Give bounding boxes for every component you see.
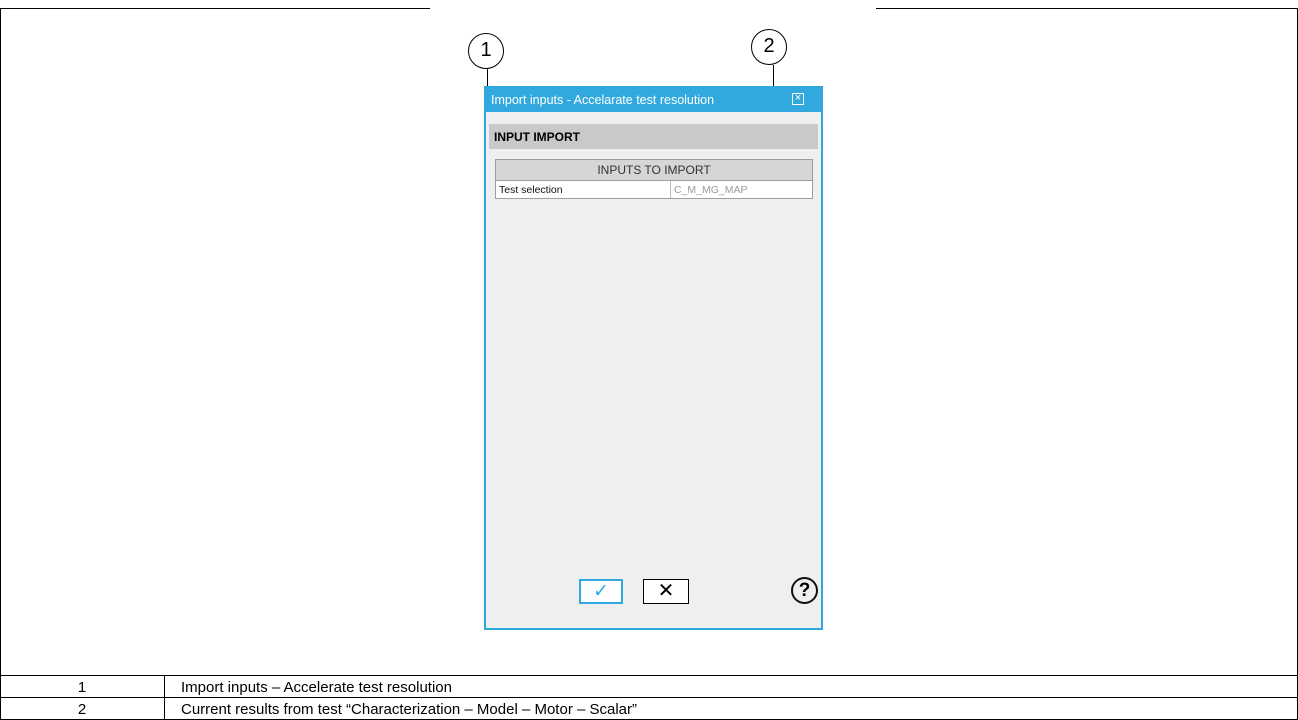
cell-divider	[670, 181, 671, 198]
legend-separator	[164, 697, 165, 719]
close-icon[interactable]: ×	[792, 93, 804, 105]
dialog-title: Import inputs - Accelarate test resoluti…	[491, 93, 715, 107]
import-inputs-dialog: Import inputs - Accelarate test resoluti…	[484, 86, 823, 630]
test-selection-value[interactable]: C_M_MG_MAP	[674, 184, 748, 196]
table-header: INPUTS TO IMPORT	[496, 160, 812, 181]
figure-top-border-right	[876, 8, 1298, 9]
legend-description: Import inputs – Accelerate test resoluti…	[181, 679, 452, 696]
cancel-button[interactable]: ✕	[643, 579, 689, 604]
callout-2: 2	[751, 29, 787, 65]
input-import-section-header: INPUT IMPORT	[489, 124, 818, 149]
callout-1: 1	[468, 33, 504, 69]
legend-row-2: 2 Current results from test “Characteriz…	[0, 697, 1298, 720]
legend-description: Current results from test “Characterizat…	[181, 701, 637, 718]
legend-number: 1	[77, 679, 87, 696]
inputs-to-import-table: INPUTS TO IMPORT Test selection C_M_MG_M…	[495, 159, 813, 199]
test-selection-label: Test selection	[499, 184, 563, 196]
figure-left-border	[0, 8, 1, 720]
section-title: INPUT IMPORT	[494, 130, 580, 144]
ok-button[interactable]: ✓	[579, 579, 623, 604]
legend-separator	[164, 675, 165, 697]
dialog-titlebar: Import inputs - Accelarate test resoluti…	[486, 88, 821, 112]
help-icon[interactable]: ?	[791, 577, 818, 604]
legend-table: 1 Import inputs – Accelerate test resolu…	[0, 675, 1298, 720]
legend-row-1: 1 Import inputs – Accelerate test resolu…	[0, 675, 1298, 698]
figure-top-border-left	[0, 8, 430, 9]
legend-number: 2	[77, 701, 87, 718]
